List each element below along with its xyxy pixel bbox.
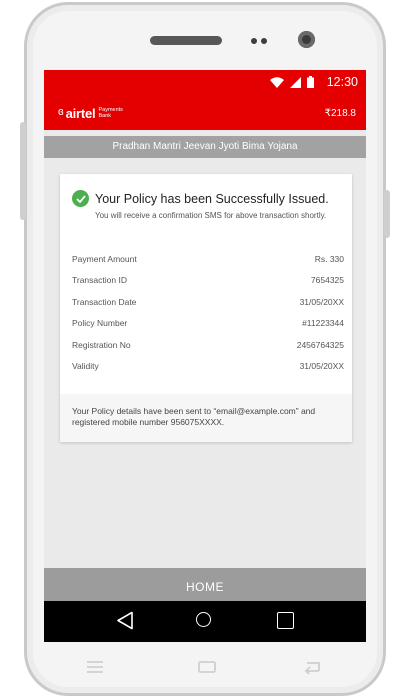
page-title: Pradhan Mantri Jeevan Jyoti Bima Yojana bbox=[44, 136, 366, 158]
detail-row: Transaction Date 31/05/20XX bbox=[72, 297, 344, 318]
detail-value: 31/05/20XX bbox=[299, 360, 344, 371]
detail-row: Validity 31/05/20XX bbox=[72, 361, 344, 382]
detail-row: Registration No 2456764325 bbox=[72, 340, 344, 361]
detail-row: Payment Amount Rs. 330 bbox=[72, 254, 344, 275]
detail-value: 7654325 bbox=[310, 275, 344, 286]
status-bar: 12:30 bbox=[44, 70, 366, 96]
brand-name: airtel bbox=[65, 106, 96, 121]
app-bar: ɞ airtel Payments Bank ₹218.8 bbox=[44, 96, 366, 130]
detail-value: Rs. 330 bbox=[314, 254, 344, 264]
battery-icon bbox=[307, 76, 314, 88]
wallet-balance[interactable]: ₹218.8 bbox=[325, 108, 356, 119]
detail-row: Policy Number #11223344 bbox=[72, 318, 344, 339]
menu-lines-icon[interactable] bbox=[86, 660, 104, 674]
android-nav-bar bbox=[44, 601, 366, 642]
brand-logo: ɞ airtel Payments Bank bbox=[58, 106, 130, 121]
screen: 12:30 ɞ airtel Payments Bank ₹218.8 Prad… bbox=[44, 70, 366, 616]
return-arrow-icon[interactable] bbox=[302, 660, 320, 674]
success-subtitle: You will receive a confirmation SMS for … bbox=[95, 211, 327, 220]
detail-value: 2456764325 bbox=[296, 339, 344, 350]
recent-apps-icon[interactable] bbox=[277, 612, 294, 629]
brand-subtitle: Payments Bank bbox=[98, 107, 123, 119]
side-button-right bbox=[384, 190, 390, 238]
side-button-left bbox=[20, 122, 26, 220]
airtel-swirl-icon: ɞ bbox=[58, 106, 64, 118]
detail-label: Registration No bbox=[72, 339, 131, 350]
success-title: Your Policy has been Successfully Issued… bbox=[95, 191, 329, 206]
transaction-details: Payment Amount Rs. 330 Transaction ID 76… bbox=[72, 254, 344, 382]
sensor bbox=[261, 38, 267, 44]
confirmation-card: Your Policy has been Successfully Issued… bbox=[60, 174, 352, 442]
sensor bbox=[251, 38, 257, 44]
check-circle-icon bbox=[72, 190, 89, 207]
wifi-icon bbox=[270, 76, 284, 88]
back-triangle-icon[interactable] bbox=[116, 611, 134, 630]
earpiece-speaker bbox=[150, 36, 222, 45]
home-circle-icon[interactable] bbox=[196, 612, 211, 627]
success-header: Your Policy has been Successfully Issued… bbox=[72, 190, 329, 207]
detail-label: Transaction ID bbox=[72, 275, 127, 286]
detail-row: Transaction ID 7654325 bbox=[72, 275, 344, 296]
detail-value: #11223344 bbox=[302, 318, 344, 329]
policy-sent-note: Your Policy details have been sent to “e… bbox=[60, 394, 352, 442]
signal-icon bbox=[290, 76, 301, 88]
front-camera bbox=[298, 31, 315, 48]
status-icons bbox=[270, 76, 314, 88]
detail-value: 31/05/20XX bbox=[299, 296, 344, 307]
detail-label: Transaction Date bbox=[72, 296, 137, 307]
detail-label: Policy Number bbox=[72, 318, 128, 329]
home-button[interactable]: HOME bbox=[44, 568, 366, 601]
detail-label: Validity bbox=[72, 360, 99, 371]
status-time: 12:30 bbox=[326, 75, 358, 89]
window-rect-icon[interactable] bbox=[198, 660, 216, 674]
detail-label: Payment Amount bbox=[72, 254, 137, 264]
